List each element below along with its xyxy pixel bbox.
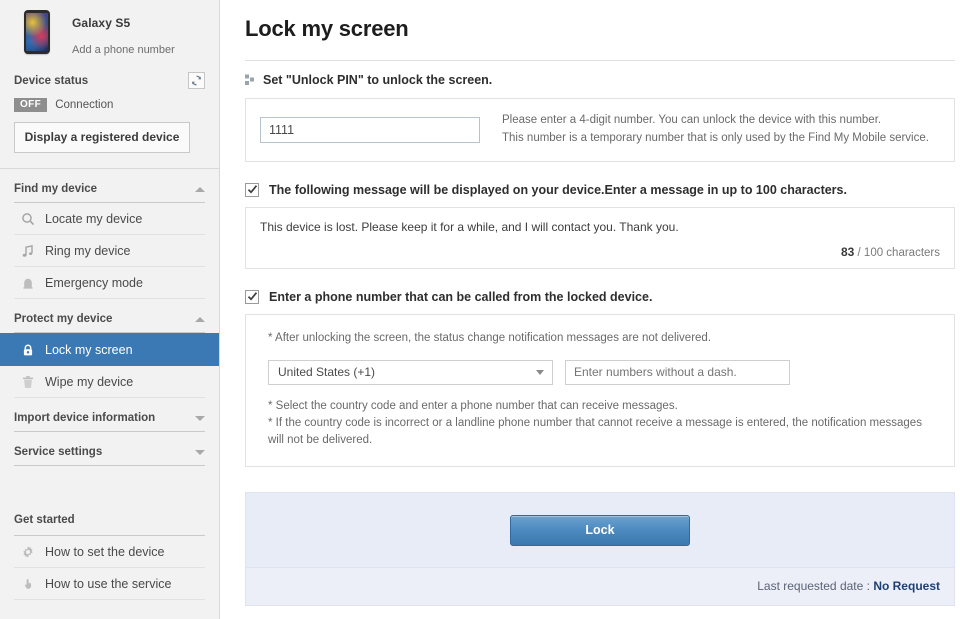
nav-group-find-my-device: Find my device Locate my device Ring my … <box>0 169 219 299</box>
chevron-down-icon <box>536 370 544 375</box>
sidebar: Galaxy S5 Add a phone number Device stat… <box>0 0 220 619</box>
message-checkbox-label: The following message will be displayed … <box>269 183 847 197</box>
chevron-down-icon[interactable] <box>195 450 205 455</box>
nav-group-title: Service settings <box>14 446 102 458</box>
sidebar-item-wipe-my-device[interactable]: Wipe my device <box>14 366 205 398</box>
status-badge: OFF <box>14 98 47 112</box>
phone-note-line-1: * Select the country code and enter a ph… <box>268 398 932 415</box>
chevron-down-icon[interactable] <box>195 416 205 421</box>
pin-help-line-1: Please enter a 4-digit number. You can u… <box>502 112 929 130</box>
phone-field-row: United States (+1) <box>268 360 932 385</box>
device-status-title: Device status <box>14 75 88 87</box>
nav-group-get-started: Get started How to set the device How to… <box>0 494 219 600</box>
country-code-value: United States (+1) <box>278 365 375 379</box>
phone-panel: * After unlocking the screen, the status… <box>245 314 955 467</box>
hand-pointer-icon <box>20 576 36 592</box>
pin-help-text: Please enter a 4-digit number. You can u… <box>502 112 929 148</box>
device-status-row: Device status <box>0 72 219 89</box>
sidebar-item-ring-my-device[interactable]: Ring my device <box>14 235 205 267</box>
nav-group-import-device-information: Import device information <box>0 398 219 432</box>
nav-group-header-service[interactable]: Service settings <box>14 432 205 466</box>
device-name: Galaxy S5 <box>72 16 175 30</box>
nav-group-header-find[interactable]: Find my device <box>14 169 205 203</box>
sidebar-item-label: Ring my device <box>45 244 130 258</box>
pin-section-heading: Set "Unlock PIN" to unlock the screen. <box>263 73 492 87</box>
device-meta: Galaxy S5 Add a phone number <box>72 10 175 56</box>
message-panel: This device is lost. Please keep it for … <box>245 207 955 269</box>
character-count-current: 83 <box>841 245 854 259</box>
country-code-select[interactable]: United States (+1) <box>268 360 553 385</box>
last-requested-value: No Request <box>873 579 940 593</box>
chevron-up-icon[interactable] <box>195 317 205 322</box>
phone-note-line-2: * If the country code is incorrect or a … <box>268 415 932 450</box>
lock-message-textarea[interactable]: This device is lost. Please keep it for … <box>260 220 940 234</box>
music-note-icon <box>20 243 36 259</box>
pin-help-line-2: This number is a temporary number that i… <box>502 130 929 148</box>
sidebar-item-how-to-set-the-device[interactable]: How to set the device <box>14 536 205 568</box>
get-started-title: Get started <box>14 514 75 526</box>
phone-number-input[interactable] <box>565 360 790 385</box>
last-requested-bar: Last requested date : No Request <box>245 568 955 606</box>
bell-icon <box>20 275 36 291</box>
connection-row: OFF Connection <box>0 98 219 112</box>
gear-icon <box>20 544 36 560</box>
app-root: Galaxy S5 Add a phone number Device stat… <box>0 0 975 619</box>
display-registered-device-button[interactable]: Display a registered device <box>14 122 190 153</box>
nav-group-title: Import device information <box>14 412 155 424</box>
pin-panel: Please enter a 4-digit number. You can u… <box>245 98 955 162</box>
phone-thumbnail <box>24 10 50 54</box>
phone-thumbnail-screen <box>26 13 48 51</box>
phone-checkbox-row: Enter a phone number that can be called … <box>245 290 955 304</box>
message-checkbox-row: The following message will be displayed … <box>245 183 955 197</box>
sidebar-item-how-to-use-the-service[interactable]: How to use the service <box>14 568 205 600</box>
sidebar-item-label: How to use the service <box>45 577 171 591</box>
action-bar: Lock <box>245 492 955 568</box>
step-marker-icon <box>245 74 255 86</box>
pin-section-header: Set "Unlock PIN" to unlock the screen. <box>245 60 955 98</box>
nav-group-title: Protect my device <box>14 313 112 325</box>
nav-group-service-settings: Service settings <box>0 432 219 466</box>
chevron-up-icon[interactable] <box>195 187 205 192</box>
sidebar-item-emergency-mode[interactable]: Emergency mode <box>14 267 205 299</box>
checkbox-checked-icon[interactable] <box>245 183 259 197</box>
lock-icon <box>20 342 36 358</box>
sidebar-item-locate-my-device[interactable]: Locate my device <box>14 203 205 235</box>
sidebar-item-lock-my-screen[interactable]: Lock my screen <box>0 333 219 366</box>
sidebar-item-label: How to set the device <box>45 545 165 559</box>
add-phone-number-link[interactable]: Add a phone number <box>72 44 175 56</box>
character-counter: 83 / 100 characters <box>260 245 940 259</box>
nav-group-header-import[interactable]: Import device information <box>14 398 205 432</box>
get-started-header: Get started <box>14 494 205 536</box>
refresh-icon[interactable] <box>188 72 205 89</box>
last-requested-label: Last requested date : <box>757 579 870 593</box>
phone-note-top: * After unlocking the screen, the status… <box>268 330 932 347</box>
sidebar-spacer <box>0 466 219 494</box>
nav-group-title: Find my device <box>14 183 97 195</box>
connection-label: Connection <box>55 99 113 111</box>
phone-checkbox-label: Enter a phone number that can be called … <box>269 290 652 304</box>
checkbox-checked-icon[interactable] <box>245 290 259 304</box>
nav-group-protect-my-device: Protect my device Lock my screen Wipe my… <box>0 299 219 398</box>
main-content: Lock my screen Set "Unlock PIN" to unloc… <box>220 0 975 619</box>
nav-group-header-protect[interactable]: Protect my device <box>14 299 205 333</box>
page-title: Lock my screen <box>245 0 955 60</box>
trash-icon <box>20 374 36 390</box>
sidebar-item-label: Wipe my device <box>45 375 133 389</box>
search-icon <box>20 211 36 227</box>
character-count-suffix: / 100 characters <box>858 247 940 259</box>
sidebar-item-label: Lock my screen <box>45 343 133 357</box>
unlock-pin-input[interactable] <box>260 117 480 143</box>
sidebar-item-label: Emergency mode <box>45 276 143 290</box>
sidebar-item-label: Locate my device <box>45 212 142 226</box>
lock-button[interactable]: Lock <box>510 515 690 546</box>
device-summary: Galaxy S5 Add a phone number <box>0 0 219 62</box>
